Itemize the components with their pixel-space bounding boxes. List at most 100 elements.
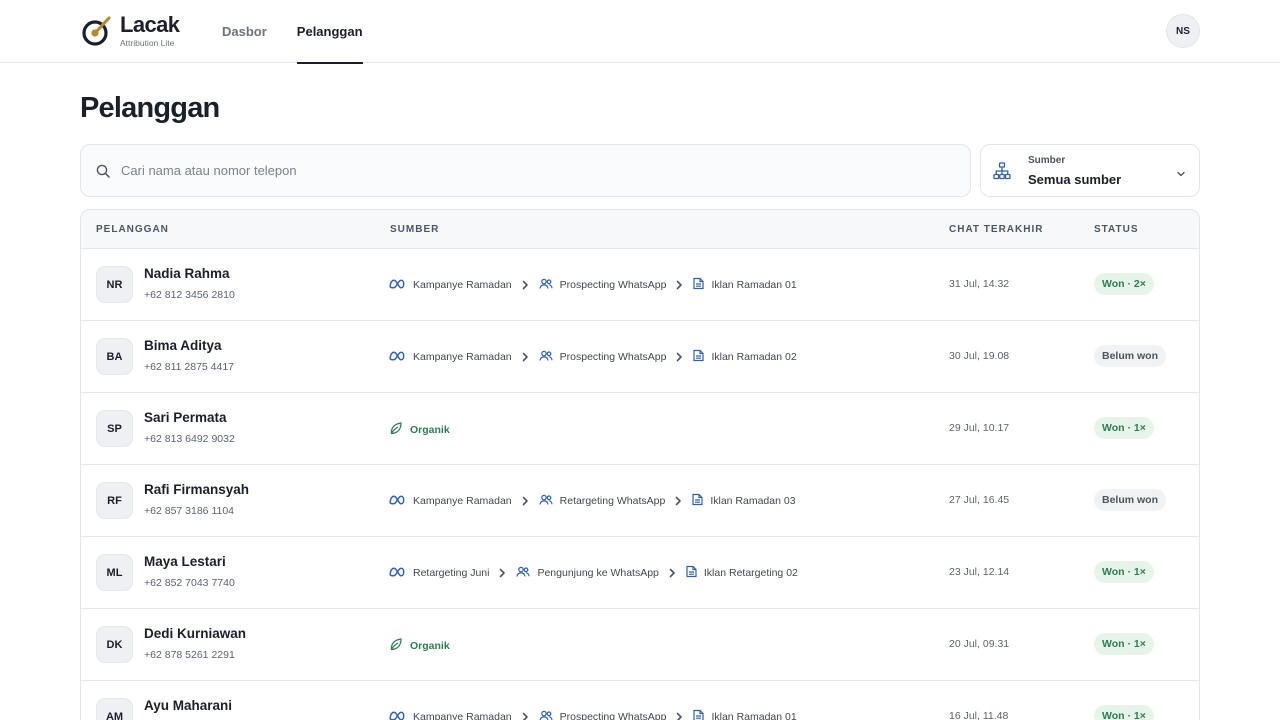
status-badge: Won · 1×: [1094, 633, 1154, 655]
users-icon: [516, 566, 537, 581]
source-adset: Prospecting WhatsApp: [559, 279, 667, 291]
source-path: Kampanye Ramadan Prospecting WhatsApp Ikla…: [389, 709, 797, 720]
source-campaign: Kampanye Ramadan: [413, 495, 512, 507]
customer-name: Dedi Kurniawan: [144, 626, 247, 641]
search-box: [80, 144, 971, 197]
customer-name: Maya Lestari: [144, 554, 226, 569]
meta-icon: [389, 566, 413, 580]
table-row[interactable]: RF Rafi Firmansyah +62 857 3186 1104 Kampan…: [81, 465, 1199, 537]
customer-phone: +62 852 7043 7740: [144, 577, 235, 589]
source-path: Kampanye Ramadan Prospecting WhatsApp Ikla…: [389, 277, 797, 293]
source-ad: Iklan Ramadan 01: [711, 279, 797, 291]
meta-icon: [389, 494, 413, 508]
table-row[interactable]: AM Ayu Maharani Kampanye Ramadan Prospectin…: [81, 681, 1199, 720]
status-badge: Belum won: [1094, 489, 1167, 511]
header-customer[interactable]: PELANGGAN: [96, 224, 169, 235]
source-ad: Iklan Ramadan 01: [711, 711, 797, 720]
leaf-icon: [389, 421, 410, 438]
customer-name: Ayu Maharani: [144, 698, 233, 713]
chevron-right-icon: [676, 712, 683, 720]
source-filter-dropdown[interactable]: Sumber Semua sumber: [980, 144, 1200, 197]
chevron-right-icon: [522, 496, 529, 506]
users-icon: [539, 350, 560, 365]
last-chat-time: 30 Jul, 19.08: [949, 350, 1010, 362]
document-icon: [686, 565, 704, 581]
chevron-right-icon: [522, 352, 529, 362]
last-chat-time: 23 Jul, 12.14: [949, 566, 1010, 578]
customer-phone: +62 857 3186 1104: [144, 505, 235, 517]
chevron-right-icon: [499, 568, 506, 578]
table-body: NR Nadia Rahma +62 812 3456 2810 Kampanye R…: [81, 249, 1199, 720]
chevron-down-icon: [1176, 166, 1186, 184]
header-source[interactable]: SUMBER: [390, 224, 439, 235]
table-row[interactable]: NR Nadia Rahma +62 812 3456 2810 Kampanye R…: [81, 249, 1199, 321]
page-title: Pelanggan: [80, 92, 220, 124]
last-chat-time: 27 Jul, 16.45: [949, 494, 1010, 506]
customer-phone: +62 811 2875 4417: [144, 361, 235, 373]
status-badge: Won · 1×: [1094, 417, 1154, 439]
meta-icon: [389, 350, 413, 364]
source-path: Retargeting Juni Pengunjung ke WhatsApp Ik…: [389, 565, 798, 581]
customer-phone: +62 813 6492 9032: [144, 433, 235, 445]
status-badge: Won · 1×: [1094, 705, 1154, 720]
source-organic: Organik: [410, 639, 450, 652]
source-campaign: Retargeting Juni: [413, 567, 490, 579]
customer-avatar: ML: [96, 554, 133, 591]
source-adset: Pengunjung ke WhatsApp: [537, 567, 659, 579]
customer-name: Bima Aditya: [144, 338, 222, 353]
brand-logo-link[interactable]: Lacak Attribution Lite: [81, 12, 180, 49]
last-chat-time: 31 Jul, 14.32: [949, 278, 1010, 290]
source-ad: Iklan Retargeting 02: [703, 567, 798, 579]
document-icon: [692, 493, 710, 509]
meta-icon: [389, 710, 413, 720]
users-icon: [539, 710, 560, 720]
table-row[interactable]: BA Bima Aditya +62 811 2875 4417 Kampanye R…: [81, 321, 1199, 393]
customer-avatar: SP: [96, 410, 133, 447]
customer-name: Rafi Firmansyah: [144, 482, 250, 497]
source-path: Organik: [389, 421, 450, 438]
source-ad: Iklan Ramadan 03: [710, 495, 796, 507]
tab-dasbor[interactable]: Dasbor: [222, 0, 267, 63]
filter-label: Sumber: [1028, 155, 1066, 166]
table-row[interactable]: SP Sari Permata +62 813 6492 9032 Organik 29…: [81, 393, 1199, 465]
top-bar: Lacak Attribution Lite Dasbor Pelanggan …: [0, 0, 1280, 64]
source-path: Kampanye Ramadan Prospecting WhatsApp Ikla…: [389, 349, 797, 365]
source-adset: Prospecting WhatsApp: [559, 711, 667, 720]
search-icon: [96, 164, 110, 178]
customer-avatar: NR: [96, 266, 133, 303]
customers-table: PELANGGAN SUMBER CHAT TERAKHIR STATUS NR…: [80, 209, 1200, 720]
header-status[interactable]: STATUS: [1094, 224, 1139, 235]
target-logo-icon: [81, 14, 113, 48]
source-adset: Prospecting WhatsApp: [559, 351, 667, 363]
table-row[interactable]: ML Maya Lestari +62 852 7043 7740 Retargeti…: [81, 537, 1199, 609]
last-chat-time: 16 Jul, 11.48: [949, 710, 1009, 720]
leaf-icon: [389, 637, 410, 654]
source-campaign: Kampanye Ramadan: [413, 711, 512, 720]
users-icon: [539, 278, 560, 293]
source-path: Kampanye Ramadan Retargeting WhatsApp Ikla…: [389, 493, 796, 509]
tab-pelanggan[interactable]: Pelanggan: [296, 0, 363, 64]
header-last-chat[interactable]: CHAT TERAKHIR: [949, 224, 1043, 235]
customer-phone: +62 812 3456 2810: [144, 289, 235, 301]
customer-name: Nadia Rahma: [144, 266, 230, 281]
customer-avatar: RF: [96, 482, 133, 519]
source-campaign: Kampanye Ramadan: [413, 351, 512, 363]
document-icon: [693, 349, 711, 365]
document-icon: [693, 709, 711, 720]
user-avatar[interactable]: NS: [1166, 14, 1200, 48]
main-nav: Dasbor Pelanggan: [222, 0, 363, 64]
chevron-right-icon: [522, 280, 529, 290]
customer-avatar: DK: [96, 626, 133, 663]
users-icon: [539, 494, 560, 509]
search-input[interactable]: [121, 145, 941, 196]
document-icon: [693, 277, 711, 293]
filter-value: Semua sumber: [1028, 172, 1122, 187]
customer-phone: +62 878 5261 2291: [144, 649, 235, 661]
chevron-right-icon: [676, 352, 683, 362]
brand-subtitle: Attribution Lite: [120, 38, 175, 48]
table-row[interactable]: DK Dedi Kurniawan +62 878 5261 2291 Organik…: [81, 609, 1199, 681]
brand-name: Lacak: [120, 12, 180, 37]
chevron-right-icon: [676, 280, 683, 290]
source-adset: Retargeting WhatsApp: [559, 495, 666, 507]
hierarchy-icon: [993, 162, 1011, 185]
